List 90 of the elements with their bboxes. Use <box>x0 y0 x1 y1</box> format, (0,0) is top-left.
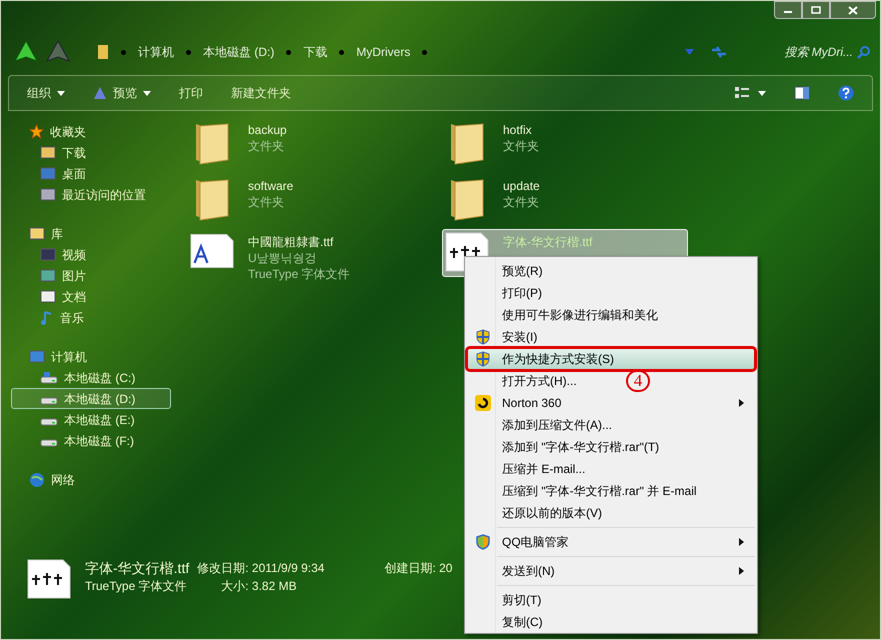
nav-section-item[interactable]: 网络 <box>11 469 171 490</box>
file-detail: 文件夹 <box>503 194 540 210</box>
menu-item[interactable]: 还原以前的版本(V) <box>467 502 611 524</box>
file-name: update <box>503 178 540 194</box>
nav-item[interactable]: 本地磁盘 (E:) <box>11 409 171 430</box>
nav-item[interactable]: 本地磁盘 (D:) <box>11 388 171 409</box>
menu-item[interactable]: 压缩并 E-mail... <box>467 458 594 480</box>
breadcrumb-item[interactable]: 下载 <box>303 43 328 61</box>
file-item[interactable]: software 文件夹 <box>187 173 433 221</box>
star-icon <box>29 124 44 139</box>
menu-item[interactable]: 剪切(T) <box>467 589 550 611</box>
nav-section-item[interactable]: 收藏夹 <box>11 121 171 142</box>
help-icon[interactable] <box>838 85 854 101</box>
minimize-button[interactable] <box>774 1 802 19</box>
nav-item[interactable]: 下载 <box>11 142 171 163</box>
nav-item[interactable]: 音乐 <box>11 307 171 328</box>
menu-item[interactable]: 作为快捷方式安装(S) <box>467 348 755 370</box>
search-field[interactable]: 搜索 MyDri... <box>744 42 874 62</box>
menu-item[interactable]: 使用可牛影像进行编辑和美化 <box>467 304 667 326</box>
nav-section-item[interactable]: 库 <box>11 223 171 244</box>
view-options-icon[interactable] <box>734 86 750 100</box>
nav-section-item[interactable]: 计算机 <box>11 346 171 367</box>
preview-icon <box>93 86 107 100</box>
submenu-arrow-icon <box>739 538 744 546</box>
details-file-type: TrueType 字体文件 <box>85 578 188 595</box>
file-name: software <box>248 178 294 194</box>
details-field: 创建日期: 20 <box>332 559 452 577</box>
music-note-icon <box>40 310 54 326</box>
file-detail: 文件夹 <box>248 138 285 154</box>
preview-pane-icon[interactable] <box>794 86 810 100</box>
folder-icon <box>97 44 109 60</box>
font-file-icon <box>190 232 234 270</box>
close-icon <box>848 6 858 14</box>
file-item[interactable]: backup 文件夹 <box>187 117 433 165</box>
maximize-icon <box>811 6 821 14</box>
shield-icon <box>475 534 491 550</box>
drive-icon <box>40 370 58 384</box>
norton-icon <box>475 395 491 411</box>
file-item[interactable]: hotfix 文件夹 <box>442 117 688 165</box>
nav-item[interactable]: 文档 <box>11 286 171 307</box>
file-detail: 文件夹 <box>503 138 539 154</box>
back-arrow-icon[interactable] <box>13 39 39 65</box>
menu-item[interactable]: 打开方式(H)... <box>467 370 586 392</box>
file-detail: U낲뽕닊쉉겅 <box>248 250 318 266</box>
file-name: hotfix <box>503 122 533 138</box>
toolbar-button[interactable]: 组织 <box>27 84 65 102</box>
menu-item[interactable]: 安装(I) <box>467 326 546 348</box>
menu-item[interactable]: 压缩到 "字体-华文行楷.rar" 并 E-mail <box>467 480 706 502</box>
nav-item[interactable]: 视频 <box>11 244 171 265</box>
toolbar-button[interactable]: 预览 <box>93 84 151 102</box>
shield-icon <box>475 329 491 345</box>
submenu-arrow-icon <box>739 399 744 407</box>
nav-item[interactable]: 桌面 <box>11 163 171 184</box>
nav-item[interactable]: 本地磁盘 (F:) <box>11 430 171 451</box>
breadcrumb-item[interactable]: MyDrivers <box>356 43 410 61</box>
menu-item[interactable]: QQ电脑管家 <box>467 531 755 553</box>
toolbar-button[interactable]: 新建文件夹 <box>231 84 291 102</box>
close-button[interactable] <box>830 1 876 19</box>
file-detail: TrueType 字体文件 <box>248 266 350 282</box>
menu-item[interactable]: 添加到压缩文件(A)... <box>467 414 621 436</box>
font-file-icon <box>27 559 71 599</box>
file-item[interactable]: update 文件夹 <box>442 173 688 221</box>
maximize-button[interactable] <box>802 1 830 19</box>
breadcrumb-item[interactable]: 计算机 <box>138 43 174 61</box>
submenu-arrow-icon <box>739 567 744 575</box>
menu-item[interactable]: 添加到 "字体-华文行楷.rar"(T) <box>467 436 668 458</box>
breadcrumb-item[interactable]: 本地磁盘 (D:) <box>203 43 274 61</box>
details-field: 大小: 3.82 MB <box>197 577 324 595</box>
details-file-name: 字体-华文行楷.ttf <box>85 559 190 577</box>
globe-icon <box>29 472 45 488</box>
search-icon <box>857 46 870 58</box>
caret-icon <box>57 90 65 96</box>
nav-item[interactable]: 本地磁盘 (C:) <box>11 367 171 388</box>
file-name: backup <box>248 122 287 138</box>
nav-item[interactable]: 图片 <box>11 265 171 286</box>
menu-item[interactable]: 复制(C) <box>467 611 552 633</box>
shield-icon <box>475 351 491 367</box>
caret-icon[interactable] <box>758 90 766 96</box>
menu-item[interactable]: Norton 360 <box>467 392 755 414</box>
step-number-marker: 4 <box>626 370 650 392</box>
nav-item[interactable]: 最近访问的位置 <box>11 184 171 205</box>
menu-item[interactable]: 发送到(N) <box>467 560 755 582</box>
forward-arrow-icon[interactable] <box>45 39 71 65</box>
file-name: 中國龍粗隸書.ttf <box>248 234 334 250</box>
details-field: 修改日期: 2011/9/9 9:34 <box>197 559 324 577</box>
caret-icon <box>143 90 151 96</box>
menu-item[interactable]: 打印(P) <box>467 282 551 304</box>
file-detail: 文件夹 <box>248 194 285 210</box>
toolbar-button[interactable]: 打印 <box>179 84 203 102</box>
file-name: 字体-华文行楷.ttf <box>503 234 592 250</box>
